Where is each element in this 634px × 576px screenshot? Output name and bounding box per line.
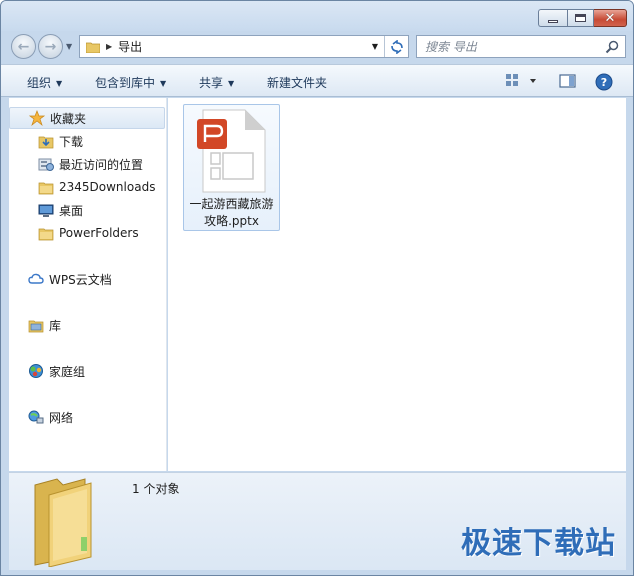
sidebar-item-label: WPS云文档 <box>49 272 112 287</box>
new-folder-button[interactable]: 新建文件夹 <box>267 74 327 91</box>
download-folder-icon <box>38 136 54 149</box>
command-bar: 组织 ▼ 包含到库中 ▼ 共享 ▼ 新建文件夹 ? <box>1 64 633 97</box>
sidebar-item-favorites[interactable]: 收藏夹 <box>9 107 165 129</box>
breadcrumb-arrow-icon[interactable]: ▶ <box>106 42 112 51</box>
sidebar-item-2345downloads[interactable]: 2345Downloads <box>9 176 165 198</box>
minimize-icon <box>548 19 558 23</box>
address-bar[interactable]: ▶ 导出 ▼ <box>79 35 409 58</box>
sidebar-item-libraries[interactable]: 库 <box>9 314 165 336</box>
navigation-pane: 收藏夹 下载 最近访问的位置 2345Downloads 桌面 PowerFol… <box>9 98 167 471</box>
cloud-icon <box>28 273 44 284</box>
folder-large-icon <box>34 478 92 567</box>
file-name: 一起游西藏旅游攻略.pptx <box>189 197 274 228</box>
sidebar-item-label: 2345Downloads <box>59 180 156 194</box>
view-options-button[interactable] <box>505 73 541 92</box>
sidebar-item-recent-places[interactable]: 最近访问的位置 <box>9 153 165 175</box>
chevron-down-icon: ▼ <box>160 79 167 88</box>
refresh-icon <box>390 39 403 54</box>
chevron-down-icon: ▼ <box>56 79 63 88</box>
sidebar-item-label: 库 <box>49 318 62 333</box>
minimize-button[interactable] <box>538 9 567 27</box>
share-label: 共享 <box>199 76 224 90</box>
star-icon <box>29 110 45 126</box>
sidebar-item-powerfolders[interactable]: PowerFolders <box>9 222 165 244</box>
sidebar-item-label: 家庭组 <box>49 364 86 379</box>
help-button[interactable]: ? <box>595 73 613 94</box>
sidebar-item-homegroup[interactable]: 家庭组 <box>9 360 165 382</box>
close-button[interactable]: ✕ <box>594 9 627 27</box>
search-icon[interactable] <box>605 40 619 54</box>
pptx-file-icon <box>197 109 266 193</box>
sidebar-item-downloads[interactable]: 下载 <box>9 130 165 152</box>
file-list[interactable]: 一起游西藏旅游攻略.pptx <box>168 98 626 471</box>
search-input[interactable]: 搜索 导出 <box>425 38 477 55</box>
sidebar-item-label: 桌面 <box>59 203 84 218</box>
window-controls: ✕ <box>538 9 627 27</box>
folder-icon <box>86 42 100 53</box>
maximize-button[interactable] <box>567 9 594 27</box>
sidebar-item-wps-cloud[interactable]: WPS云文档 <box>9 268 165 290</box>
library-icon <box>28 320 44 333</box>
help-icon: ? <box>595 73 613 91</box>
organize-button[interactable]: 组织 ▼ <box>27 74 62 91</box>
recent-places-icon <box>38 158 54 171</box>
sidebar-item-desktop[interactable]: 桌面 <box>9 199 165 221</box>
arrow-left-icon: ← <box>17 38 30 55</box>
new-folder-label: 新建文件夹 <box>267 76 328 90</box>
homegroup-icon <box>29 364 43 378</box>
network-icon <box>28 410 44 424</box>
include-in-library-label: 包含到库中 <box>95 76 156 90</box>
folder-icon <box>38 182 54 195</box>
file-item[interactable]: 一起游西藏旅游攻略.pptx <box>183 104 280 231</box>
arrow-right-icon: → <box>44 38 57 55</box>
breadcrumb-current[interactable]: 导出 <box>118 38 142 55</box>
recent-pages-dropdown[interactable]: ▼ <box>66 42 72 51</box>
folder-icon <box>38 228 54 241</box>
sidebar-item-label: 下载 <box>59 134 84 149</box>
maximize-icon <box>575 14 586 22</box>
sidebar-item-label: 网络 <box>49 410 74 425</box>
back-button[interactable]: ← <box>11 34 36 59</box>
explorer-window: ✕ ← → ▼ ▶ 导出 ▼ 搜索 导出 组织 ▼ 包含到库中 ▼ 共享 ▼ 新… <box>0 0 634 576</box>
details-pane: 1 个对象 极速下载站 <box>9 472 626 570</box>
sidebar-item-network[interactable]: 网络 <box>9 406 165 428</box>
organize-label: 组织 <box>27 76 52 90</box>
item-count: 1 个对象 <box>132 482 180 496</box>
sidebar-item-label: PowerFolders <box>59 226 139 240</box>
desktop-icon <box>38 204 54 217</box>
sidebar-item-label: 最近访问的位置 <box>59 157 144 172</box>
search-box[interactable]: 搜索 导出 <box>416 35 626 58</box>
preview-pane-icon <box>559 74 576 88</box>
sidebar-item-label: 收藏夹 <box>50 111 87 126</box>
watermark-logo: 极速下载站 <box>461 526 616 561</box>
close-icon: ✕ <box>604 10 616 26</box>
view-grid-icon <box>506 74 536 86</box>
preview-pane-button[interactable] <box>559 73 577 92</box>
chevron-down-icon: ▼ <box>228 79 235 88</box>
forward-button[interactable]: → <box>38 34 63 59</box>
navigation-bar: ← → ▼ ▶ 导出 ▼ 搜索 导出 <box>1 31 633 63</box>
refresh-button[interactable] <box>384 36 408 57</box>
title-bar[interactable]: ✕ <box>1 1 633 31</box>
share-button[interactable]: 共享 ▼ <box>199 74 234 91</box>
include-in-library-button[interactable]: 包含到库中 ▼ <box>95 74 166 91</box>
svg-text:?: ? <box>601 76 607 89</box>
address-dropdown-icon[interactable]: ▼ <box>372 42 378 51</box>
